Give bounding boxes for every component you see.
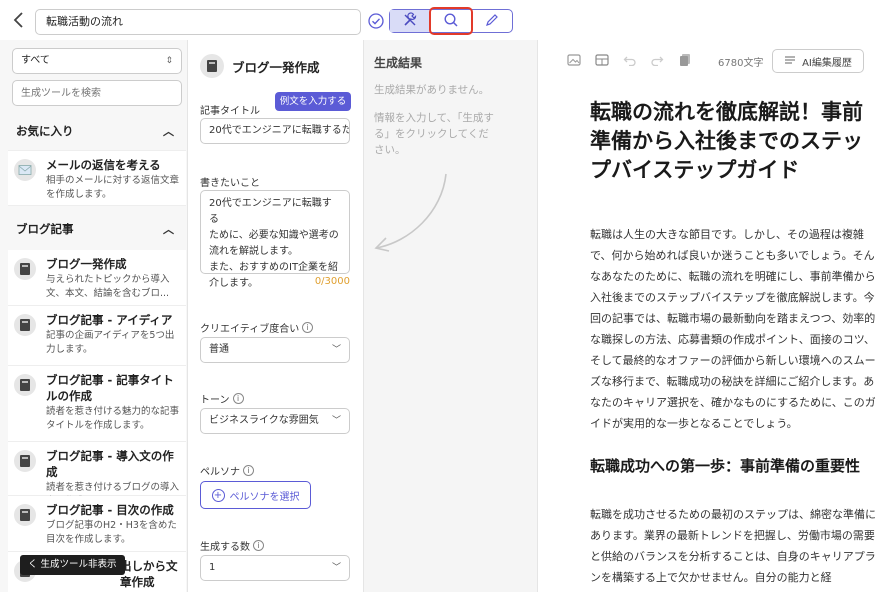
- editor-char-count: 6780文字: [718, 58, 764, 69]
- search-mode-button[interactable]: [431, 10, 472, 32]
- article-heading-1[interactable]: 転職の流れを徹底解説！事前準備から入社後までのステップバイステップガイド: [590, 98, 874, 185]
- search-icon: [443, 12, 459, 31]
- info-icon[interactable]: i: [232, 393, 244, 404]
- section-blog[interactable]: ブログ記事 ︿: [0, 212, 187, 246]
- select-persona-button[interactable]: + ペルソナを選択: [200, 481, 311, 509]
- tool-form-panel: ブログ一発作成 例文を入力する 記事タイトル 20代でエンジニアに転職するための…: [188, 40, 364, 592]
- redo-icon[interactable]: [649, 52, 665, 68]
- table-icon[interactable]: [594, 52, 610, 68]
- article-paragraph-1[interactable]: 転職は人生の大きな節目です。しかし、その過程は複雑で、何から始めれば良いか迷うこ…: [590, 224, 876, 434]
- back-arrow-icon[interactable]: [12, 10, 28, 30]
- article-heading-2[interactable]: 転職成功への第一歩：事前準備の重要性: [590, 454, 874, 478]
- tool-list-panel: すべて ⇕ お気に入り ︿ メールの返信を考える 相手のメールに対する返信文章を…: [0, 40, 188, 592]
- chevron-up-icon: ︿: [163, 125, 174, 138]
- check-circle-icon[interactable]: [368, 13, 384, 29]
- content-label: 書きたいこと: [200, 178, 260, 189]
- notebook-icon: [14, 314, 36, 336]
- notebook-icon: [200, 54, 224, 78]
- results-empty-text: 生成結果がありません。: [374, 84, 490, 96]
- copy-icon[interactable]: [677, 52, 693, 68]
- article-editor: 6780文字 AI編集履歴 転職の流れを徹底解説！事前準備から入社後までのステッ…: [538, 40, 879, 592]
- image-icon[interactable]: [566, 52, 582, 68]
- hide-tools-button[interactable]: く 生成ツール非表示: [20, 555, 125, 575]
- edit-mode-button[interactable]: [471, 10, 512, 32]
- menu-lines-icon: [784, 55, 796, 68]
- tool-item-blog-toc[interactable]: ブログ記事 - 目次の作成 ブログ記事のH2・H3を含めた目次を作成します。: [8, 496, 186, 552]
- tool-item-blog-idea[interactable]: ブログ記事 - アイディア 記事の企画アイディアを5つ出力します。: [8, 306, 186, 366]
- notebook-icon: [14, 258, 36, 280]
- curved-arrow-icon: [374, 173, 447, 252]
- tools-mode-button[interactable]: [390, 10, 431, 32]
- notebook-icon: [14, 374, 36, 396]
- tool-search-input[interactable]: [12, 80, 182, 106]
- results-title: 生成結果: [374, 56, 423, 70]
- char-counter: 0/3000: [314, 276, 350, 287]
- category-filter-select[interactable]: すべて ⇕: [12, 48, 182, 74]
- tools-icon: [402, 11, 418, 31]
- title-input[interactable]: 20代でエンジニアに転職するための: [200, 118, 350, 144]
- top-bar: 転職活動の流れ: [0, 0, 879, 40]
- tone-label: トーン i: [200, 391, 244, 406]
- info-icon[interactable]: i: [253, 540, 264, 551]
- persona-label: ペルソナ i: [200, 463, 254, 478]
- count-select[interactable]: 1 ﹀: [200, 555, 350, 581]
- tool-item-blog-intro[interactable]: ブログ記事 - 導入文の作成 読者を惹き付けるブログの導入文を作成します。: [8, 442, 186, 507]
- notebook-icon: [14, 450, 36, 472]
- results-hint-text: 情報を入力して、「生成する」をクリックしてください。: [374, 112, 494, 156]
- undo-icon[interactable]: [622, 52, 638, 68]
- results-panel: 生成結果 生成結果がありません。 情報を入力して、「生成する」をクリックしてくだ…: [364, 40, 538, 592]
- tool-form-title: ブログ一発作成: [200, 54, 320, 78]
- creativity-select[interactable]: 普通 ﹀: [200, 337, 350, 363]
- ai-edit-history-button[interactable]: AI編集履歴: [772, 49, 864, 73]
- fill-example-button[interactable]: 例文を入力する: [275, 92, 351, 111]
- tool-item-mail-reply[interactable]: メールの返信を考える 相手のメールに対する返信文章を作成します。: [8, 150, 186, 206]
- chevron-down-icon: ﹀: [331, 416, 341, 426]
- chevron-up-icon: ︿: [163, 223, 174, 236]
- info-icon[interactable]: i: [302, 322, 314, 333]
- mode-toggle-group: [389, 9, 513, 33]
- content-textarea[interactable]: 20代でエンジニアに転職する ために、必要な知識や選考の 流れを解説します。 ま…: [200, 190, 350, 289]
- pencil-icon: [484, 12, 500, 31]
- tool-item-blog-oneshot[interactable]: ブログ一発作成 与えられたトピックから導入文、本文、結論を含むブロ...: [8, 250, 186, 306]
- count-label: 生成する数 i: [200, 538, 264, 553]
- notebook-icon: [14, 504, 36, 526]
- tone-select[interactable]: ビジネスライクな雰囲気 ﹀: [200, 408, 350, 434]
- updown-caret-icon: ⇕: [165, 56, 173, 66]
- document-title-input[interactable]: 転職活動の流れ: [35, 9, 361, 35]
- chevron-down-icon: ﹀: [331, 345, 341, 355]
- title-label: 記事タイトル: [200, 106, 260, 117]
- creativity-label: クリエイティブ度合い i: [200, 320, 314, 335]
- chevron-down-icon: ﹀: [331, 563, 341, 573]
- envelope-icon: [14, 159, 36, 181]
- article-paragraph-2[interactable]: 転職を成功させるための最初のステップは、綿密な準備にあります。業界の最新トレンド…: [590, 504, 876, 588]
- section-favorites[interactable]: お気に入り ︿: [0, 114, 187, 148]
- tool-item-blog-title[interactable]: ブログ記事 - 記事タイトルの作成 読者を惹き付ける魅力的な記事タイトルを作成し…: [8, 366, 186, 442]
- info-icon[interactable]: i: [243, 465, 254, 476]
- plus-circle-icon: +: [211, 488, 225, 502]
